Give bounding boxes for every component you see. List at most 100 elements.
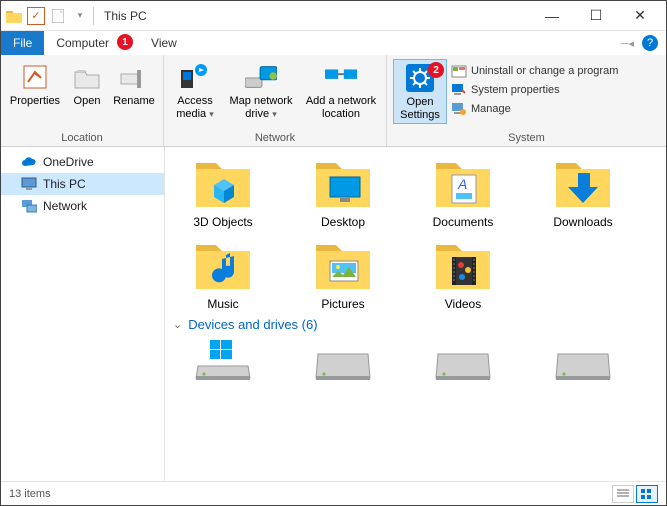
group-label-network: Network	[170, 130, 380, 144]
tab-computer[interactable]: Computer 1	[44, 31, 121, 55]
folder-label: Music	[207, 297, 238, 311]
group-label-system: System	[393, 130, 660, 144]
folder-label: Videos	[445, 297, 481, 311]
rename-icon	[118, 61, 150, 93]
svg-text:A: A	[457, 176, 467, 192]
uninstall-program-button[interactable]: Uninstall or change a program	[451, 63, 618, 79]
devices-header-text: Devices and drives (6)	[188, 317, 317, 332]
folder-music[interactable]: Music	[177, 237, 269, 311]
drive-item[interactable]	[177, 340, 269, 382]
folder-icon-music	[192, 237, 254, 293]
folder-documents[interactable]: A Documents	[417, 155, 509, 229]
close-button[interactable]: ✕	[618, 2, 662, 30]
tab-file[interactable]: File	[1, 31, 44, 55]
devices-section-header[interactable]: ⌄ Devices and drives (6)	[173, 317, 662, 332]
content-pane[interactable]: 3D Objects Desktop A Documents	[165, 147, 666, 481]
sidebar-item-network[interactable]: Network	[1, 195, 164, 217]
ribbon-group-network: Access media ▾ Map network drive ▾ Add a…	[164, 55, 387, 146]
folder-icon-desktop	[312, 155, 374, 211]
folder-icon-3d	[192, 155, 254, 211]
folder-downloads[interactable]: Downloads	[537, 155, 629, 229]
folder-icon-documents: A	[432, 155, 494, 211]
folder-icon	[5, 7, 23, 25]
drive-icon-windows	[194, 340, 252, 382]
folders-grid: 3D Objects Desktop A Documents	[177, 155, 662, 311]
folder-label: Desktop	[321, 215, 365, 229]
properties-label: Properties	[10, 95, 60, 108]
drive-item[interactable]	[297, 340, 389, 382]
folder-icon-pictures	[312, 237, 374, 293]
drive-icon	[434, 340, 492, 382]
document-icon[interactable]	[49, 7, 67, 25]
ribbon-group-system: 2 Open Settings Uninstall or change a pr…	[387, 55, 666, 146]
divider	[93, 7, 94, 25]
map-drive-icon	[245, 61, 277, 93]
access-media-button[interactable]: Access media ▾	[170, 59, 220, 122]
folder-label: Downloads	[553, 215, 612, 229]
map-network-drive-button[interactable]: Map network drive ▾	[224, 59, 298, 122]
sidebar-label: OneDrive	[43, 155, 94, 169]
drives-grid	[177, 340, 662, 382]
folder-label: 3D Objects	[193, 215, 252, 229]
folder-desktop[interactable]: Desktop	[297, 155, 389, 229]
pin-icon[interactable]: ─◂	[621, 37, 634, 50]
checkbox-checked-icon[interactable]: ✓	[27, 7, 45, 25]
network-icon	[21, 198, 37, 214]
window-title: This PC	[104, 9, 147, 23]
open-button[interactable]: Open	[67, 59, 107, 110]
drive-icon	[314, 340, 372, 382]
navigation-pane: OneDrive This PC Network	[1, 147, 165, 481]
system-list: Uninstall or change a program System pro…	[451, 59, 622, 117]
ribbon-right-controls: ─◂ ?	[621, 31, 666, 55]
tab-view[interactable]: View	[139, 31, 189, 55]
sidebar-label: Network	[43, 199, 87, 213]
open-folder-icon	[71, 61, 103, 93]
annotation-badge-2: 2	[428, 62, 444, 78]
manage-button[interactable]: Manage	[451, 101, 618, 117]
cloud-icon	[21, 154, 37, 170]
ribbon-tabs: File Computer 1 View ─◂ ?	[1, 31, 666, 55]
rename-label: Rename	[113, 95, 155, 108]
system-properties-label: System properties	[471, 84, 560, 96]
details-view-button[interactable]	[612, 485, 634, 503]
title-bar: ✓ ▾ This PC — ☐ ✕	[1, 1, 666, 31]
folder-videos[interactable]: Videos	[417, 237, 509, 311]
access-media-icon	[179, 61, 211, 93]
map-drive-label: Map network drive ▾	[226, 95, 296, 120]
drive-icon	[554, 340, 612, 382]
system-properties-button[interactable]: System properties	[451, 82, 618, 98]
drive-item[interactable]	[417, 340, 509, 382]
ribbon-group-location: Properties Open Rename Location	[1, 55, 164, 146]
help-icon[interactable]: ?	[642, 35, 658, 51]
maximize-button[interactable]: ☐	[574, 2, 618, 30]
properties-button[interactable]: Properties	[7, 59, 63, 110]
qat-dropdown-icon[interactable]: ▾	[71, 7, 89, 25]
manage-label: Manage	[471, 103, 511, 115]
tab-computer-label: Computer	[56, 36, 109, 50]
open-settings-button[interactable]: 2 Open Settings	[393, 59, 447, 124]
minimize-button[interactable]: —	[530, 2, 574, 30]
folder-label: Documents	[433, 215, 494, 229]
folder-pictures[interactable]: Pictures	[297, 237, 389, 311]
icons-view-button[interactable]	[636, 485, 658, 503]
chevron-down-icon: ⌄	[173, 318, 182, 331]
sidebar-item-this-pc[interactable]: This PC	[1, 173, 164, 195]
add-network-location-button[interactable]: Add a network location	[302, 59, 380, 122]
sidebar-item-onedrive[interactable]: OneDrive	[1, 151, 164, 173]
group-label-location: Location	[7, 130, 157, 144]
window-controls: — ☐ ✕	[530, 2, 662, 30]
system-properties-icon	[451, 82, 467, 98]
properties-icon	[19, 61, 51, 93]
folder-icon-videos	[432, 237, 494, 293]
quick-access-toolbar: ✓ ▾	[5, 7, 89, 25]
status-bar: 13 items	[1, 481, 666, 505]
manage-icon	[451, 101, 467, 117]
folder-3d-objects[interactable]: 3D Objects	[177, 155, 269, 229]
folder-label: Pictures	[321, 297, 364, 311]
ribbon: Properties Open Rename Location	[1, 55, 666, 147]
pc-icon	[21, 176, 37, 192]
access-media-label: Access media ▾	[172, 95, 218, 120]
view-mode-buttons	[612, 485, 658, 503]
rename-button[interactable]: Rename	[111, 59, 157, 110]
drive-item[interactable]	[537, 340, 629, 382]
